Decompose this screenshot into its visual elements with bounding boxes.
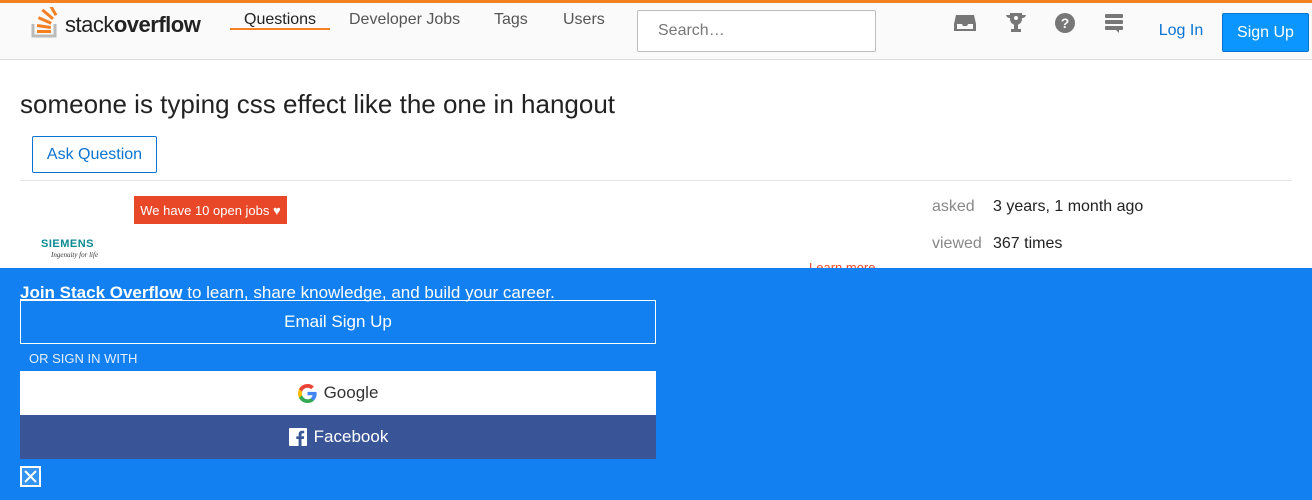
close-banner-button[interactable] <box>20 466 41 487</box>
help-icon[interactable]: ? <box>1053 11 1077 35</box>
login-button[interactable]: Log In <box>1147 13 1215 49</box>
open-jobs-badge[interactable]: We have 10 open jobs ♥ <box>134 196 287 224</box>
or-sign-in-label: OR SIGN IN WITH <box>29 351 138 366</box>
email-signup-button[interactable]: Email Sign Up <box>20 300 656 344</box>
google-icon <box>298 383 318 403</box>
close-icon <box>24 470 37 483</box>
asked-label: asked <box>932 198 975 215</box>
signup-button[interactable]: Sign Up <box>1222 13 1309 52</box>
google-signin-button[interactable]: Google <box>20 371 656 415</box>
site-logo[interactable]: stackoverflow <box>31 5 201 39</box>
google-label: Google <box>323 383 379 402</box>
top-bar: stackoverflow Questions Developer Jobs T… <box>0 0 1312 60</box>
facebook-label: Facebook <box>313 427 389 446</box>
viewed-value: 367 times <box>993 235 1063 252</box>
search-input[interactable] <box>637 10 876 52</box>
nav-active-indicator <box>230 28 330 30</box>
nav-users[interactable]: Users <box>563 11 605 29</box>
viewed-label: viewed <box>932 235 982 252</box>
facebook-signin-button[interactable]: Facebook <box>20 415 656 459</box>
stack-logo-icon <box>31 7 58 38</box>
nav-developer-jobs[interactable]: Developer Jobs <box>349 11 460 29</box>
achievements-icon[interactable] <box>1004 11 1028 35</box>
facebook-icon <box>288 427 308 447</box>
nav-questions[interactable]: Questions <box>244 11 316 29</box>
asked-value: 3 years, 1 month ago <box>993 198 1144 215</box>
company-tagline: Ingenuity for life <box>51 251 99 259</box>
inbox-icon[interactable] <box>953 11 977 35</box>
logo-text: stackoverflow <box>65 12 201 37</box>
signup-banner: Join Stack Overflow to learn, share know… <box>0 268 1312 500</box>
nav-tags[interactable]: Tags <box>494 11 528 29</box>
header-divider <box>20 180 1292 181</box>
svg-text:?: ? <box>1061 15 1070 31</box>
question-title[interactable]: someone is typing css effect like the on… <box>20 88 615 120</box>
company-logo[interactable]: SIEMENS <box>41 238 94 250</box>
site-switcher-icon[interactable] <box>1102 11 1126 35</box>
ask-question-button[interactable]: Ask Question <box>32 136 157 173</box>
